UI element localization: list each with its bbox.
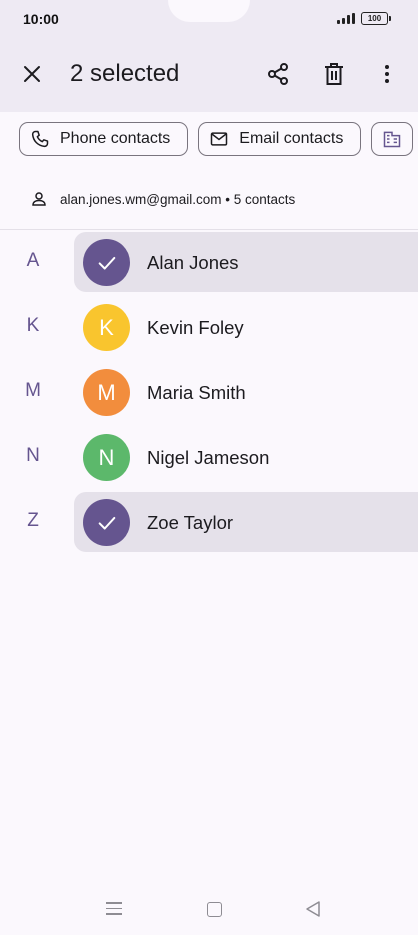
trash-icon: [325, 63, 343, 85]
divider: [0, 229, 418, 230]
avatar: N: [83, 434, 130, 481]
section-letter: N: [26, 445, 40, 466]
contact-name: Nigel Jameson: [147, 447, 270, 468]
contact-row-nigel-jameson[interactable]: N N Nigel Jameson: [0, 427, 418, 487]
section-letter: K: [26, 315, 40, 336]
back-icon[interactable]: [305, 900, 321, 918]
contact-name: Alan Jones: [147, 252, 239, 273]
selection-count-title: 2 selected: [70, 60, 180, 87]
contact-name: Maria Smith: [147, 382, 246, 403]
chip-label: Phone contacts: [60, 130, 171, 147]
section-letter: M: [25, 380, 41, 401]
selection-toolbar: 2 selected: [0, 46, 418, 102]
phone-icon: [31, 130, 49, 148]
contact-row-kevin-foley[interactable]: K K Kevin Foley: [0, 297, 418, 357]
avatar: M: [83, 369, 130, 416]
check-icon: [98, 256, 115, 270]
contact-row-alan-jones[interactable]: A Alan Jones: [0, 232, 418, 292]
mail-icon: [211, 132, 228, 146]
section-letter: A: [26, 250, 40, 271]
filter-chips: Phone contacts Email contacts: [19, 122, 414, 156]
status-time: 10:00: [23, 11, 59, 27]
system-nav-bar: [0, 890, 418, 930]
delete-button[interactable]: [314, 54, 354, 94]
close-button[interactable]: [12, 54, 52, 94]
camera-notch: [168, 0, 250, 22]
avatar: [83, 239, 130, 286]
chip-phone-contacts[interactable]: Phone contacts: [19, 122, 189, 156]
more-vert-icon: [385, 65, 389, 83]
home-button[interactable]: [207, 902, 222, 917]
account-text: alan.jones.wm@gmail.com • 5 contacts: [60, 191, 296, 207]
check-icon: [98, 516, 115, 530]
contact-name: Kevin Foley: [147, 317, 244, 338]
account-summary[interactable]: alan.jones.wm@gmail.com • 5 contacts: [30, 190, 295, 208]
contact-name: Zoe Taylor: [147, 512, 234, 533]
chip-business-contacts[interactable]: [371, 122, 414, 156]
recents-button[interactable]: [106, 902, 122, 919]
contact-row-zoe-taylor[interactable]: Z Zoe Taylor: [0, 492, 418, 552]
share-icon: [268, 63, 288, 85]
contact-row-maria-smith[interactable]: M M Maria Smith: [0, 362, 418, 422]
status-icons: 100: [337, 12, 391, 25]
avatar: K: [83, 304, 130, 351]
share-button[interactable]: [258, 54, 298, 94]
battery-icon: 100: [361, 12, 391, 25]
person-icon: [32, 192, 46, 206]
avatar: [83, 499, 130, 546]
more-options-button[interactable]: [367, 54, 407, 94]
chip-label: Email contacts: [239, 130, 344, 147]
section-letter: Z: [27, 510, 39, 531]
business-icon: [384, 131, 401, 148]
chip-email-contacts[interactable]: Email contacts: [198, 122, 362, 156]
close-icon: [24, 66, 40, 82]
signal-icon: [337, 13, 355, 24]
